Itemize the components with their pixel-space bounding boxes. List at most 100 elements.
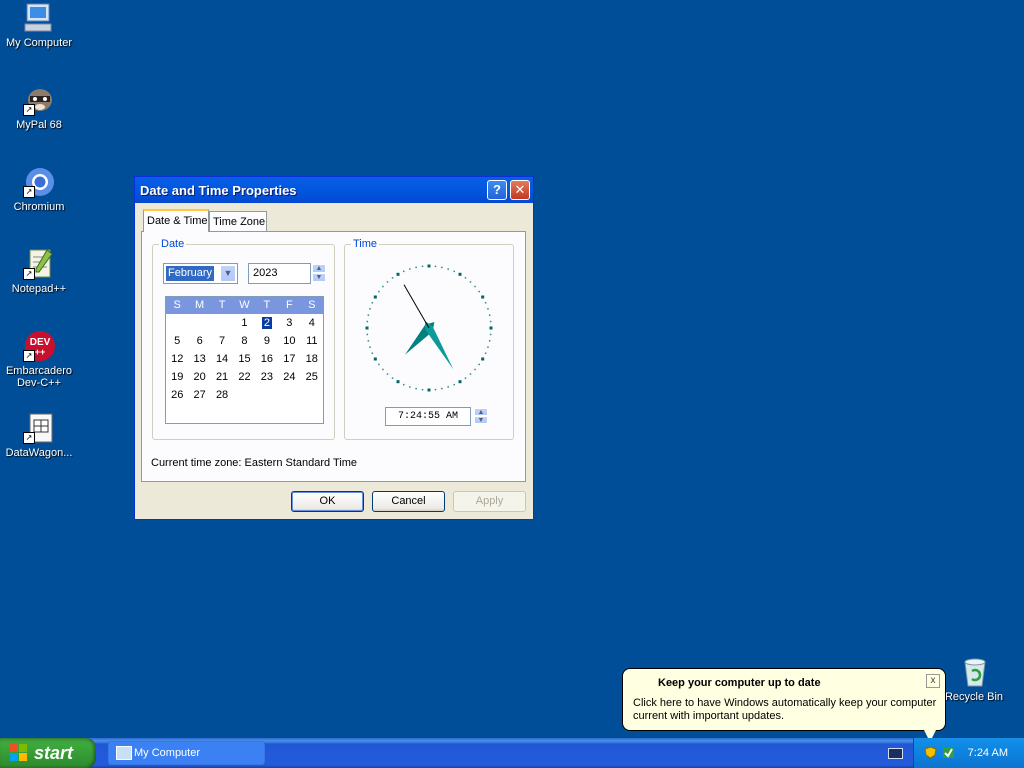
calendar-day[interactable]: 19 (166, 368, 188, 386)
spin-down-icon[interactable]: ▼ (474, 416, 488, 424)
calendar-day[interactable]: 10 (278, 332, 300, 350)
calendar-day[interactable]: 27 (188, 386, 210, 404)
weekday-header: F (285, 299, 293, 311)
clock-minute-mark (369, 346, 371, 348)
clock-minute-mark (382, 368, 384, 371)
calendar-day[interactable]: 8 (233, 332, 255, 350)
balloon-title: Keep your computer up to date (658, 677, 821, 689)
clock-minute-mark (378, 363, 380, 366)
calendar-day[interactable]: 5 (166, 332, 188, 350)
tab-panel-date-time: Date February ▼ 2023 ▲ ▼ SMTWTFS 1234567… (141, 231, 526, 482)
clock-minute-mark (447, 268, 449, 270)
calendar-day[interactable]: 24 (278, 368, 300, 386)
clock-hour-mark (427, 388, 431, 392)
weekday-header: S (173, 299, 181, 311)
chevron-down-icon[interactable]: ▼ (220, 265, 236, 282)
tab-time-zone[interactable]: Time Zone (209, 211, 267, 231)
tab-date-time[interactable]: Date & Time (143, 209, 209, 232)
clock-minute-mark (488, 340, 491, 342)
time-input[interactable]: 7:24:55 AM (385, 407, 471, 426)
security-shield-icon[interactable] (924, 746, 937, 759)
calendar-day[interactable]: 17 (278, 350, 300, 368)
dialog-titlebar[interactable]: Date and Time Properties ? ✕ (135, 177, 533, 203)
clock-minute-mark (382, 285, 384, 288)
desktop-icon-my-computer[interactable]: My Computer (0, 2, 78, 49)
desktop-icon-devcpp[interactable]: DEV ++ ↗ Embarcadero Dev-C++ (0, 330, 78, 389)
calendar-day[interactable]: 2 (256, 314, 278, 332)
devcpp-icon: DEV ++ ↗ (23, 330, 55, 362)
balloon-close-button[interactable]: x (926, 674, 940, 688)
calendar-day[interactable]: 3 (278, 314, 300, 332)
calendar-day[interactable]: 28 (211, 386, 233, 404)
system-tray: 7:24 AM (913, 738, 1024, 768)
calendar-day[interactable]: 14 (211, 350, 233, 368)
calendar-day[interactable]: 7 (211, 332, 233, 350)
calendar-day[interactable]: 23 (256, 368, 278, 386)
clock-minute-mark (478, 290, 480, 293)
calendar-empty-cell (166, 314, 188, 332)
balloon-text: Click here to have Windows automatically… (633, 697, 937, 722)
year-input[interactable]: 2023 (248, 263, 311, 284)
calendar-day[interactable]: 12 (166, 350, 188, 368)
keyboard-layout-icon[interactable] (888, 748, 903, 759)
calendar-day[interactable]: 22 (233, 368, 255, 386)
cancel-button[interactable]: Cancel (372, 491, 445, 512)
spin-down-icon[interactable]: ▼ (312, 273, 326, 282)
clock-minute-mark (409, 268, 411, 270)
taskbar-item-my-computer[interactable]: My Computer (108, 741, 265, 765)
calendar-day[interactable]: 6 (188, 332, 210, 350)
year-spinner[interactable]: ▲ ▼ (312, 264, 326, 283)
spin-up-icon[interactable]: ▲ (312, 264, 326, 273)
analog-clock (365, 264, 493, 392)
close-button[interactable]: ✕ (510, 180, 530, 200)
calendar-day[interactable]: 4 (301, 314, 323, 332)
desktop-icon-chromium[interactable]: ↗ Chromium (0, 166, 78, 213)
clock-minute-mark (441, 266, 443, 269)
clock-hour-mark (458, 380, 462, 384)
clock-hour-mark (481, 295, 485, 299)
calendar-day[interactable]: 15 (233, 350, 255, 368)
clock-minute-mark (391, 277, 394, 279)
calendar-day[interactable]: 20 (188, 368, 210, 386)
desktop-icon-datawagon[interactable]: ↗ DataWagon... (0, 412, 78, 459)
calendar-day[interactable]: 11 (301, 332, 323, 350)
desktop-icon-label: My Computer (5, 37, 73, 49)
desktop-icon-notepadpp[interactable]: ↗ Notepad++ (0, 248, 78, 295)
shortcut-arrow-icon: ↗ (23, 104, 35, 116)
month-select[interactable]: February ▼ (163, 263, 238, 284)
current-timezone-text: Current time zone: Eastern Standard Time (151, 457, 358, 469)
apply-button[interactable]: Apply (453, 491, 526, 512)
help-button[interactable]: ? (487, 180, 507, 200)
clock-minute-mark (366, 320, 369, 323)
shortcut-arrow-icon: ↗ (23, 432, 35, 444)
clock-hour-mark (489, 326, 493, 330)
weekday-header: W (239, 299, 250, 311)
calendar-day[interactable]: 21 (211, 368, 233, 386)
update-notification-balloon[interactable]: Keep your computer up to date Click here… (622, 668, 946, 742)
clock-hour-mark (396, 272, 400, 276)
clock-hour-mark (365, 326, 369, 330)
start-button[interactable]: start (0, 738, 96, 768)
windows-update-icon[interactable] (942, 746, 955, 759)
calendar-day[interactable]: 9 (256, 332, 278, 350)
calendar-day[interactable]: 25 (301, 368, 323, 386)
desktop-icon-label: DataWagon... (5, 447, 73, 459)
calendar-day[interactable]: 26 (166, 386, 188, 404)
calendar-day[interactable]: 13 (188, 350, 210, 368)
spin-up-icon[interactable]: ▲ (474, 408, 488, 416)
calendar-day[interactable]: 16 (256, 350, 278, 368)
clock-hour-mark (373, 357, 377, 361)
clock-hour-mark (481, 357, 485, 361)
clock-minute-mark (366, 333, 369, 336)
calendar-day[interactable]: 1 (233, 314, 255, 332)
calendar-day[interactable]: 18 (301, 350, 323, 368)
clock-minute-mark (478, 363, 480, 366)
ok-button[interactable]: OK (291, 491, 364, 512)
clock-minute-mark (386, 373, 389, 375)
desktop-icon-mypal[interactable]: ↗ MyPal 68 (0, 84, 78, 131)
clock-minute-mark (447, 386, 449, 388)
desktop-icon-label: Chromium (13, 201, 65, 213)
time-spinner[interactable]: ▲ ▼ (474, 408, 488, 425)
desktop-icon-recycle-bin[interactable]: Recycle Bin (935, 656, 1013, 703)
taskbar-clock[interactable]: 7:24 AM (968, 747, 1008, 759)
